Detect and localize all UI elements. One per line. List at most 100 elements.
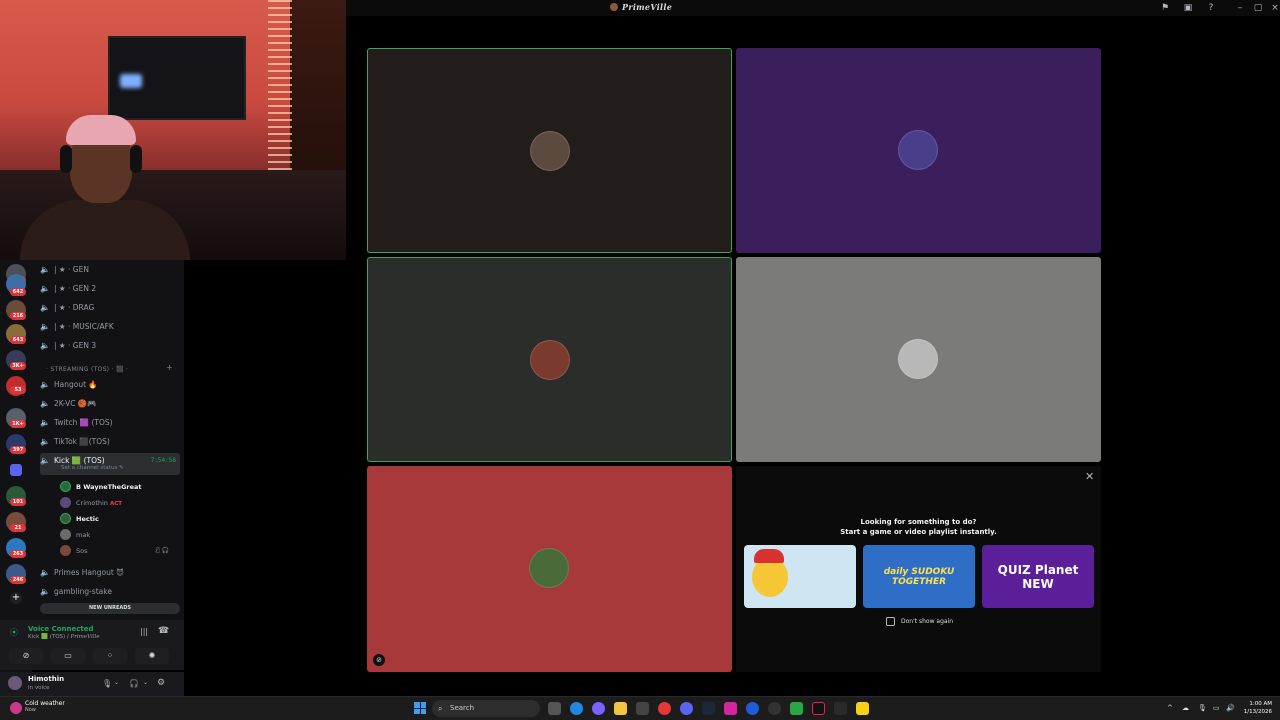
app-icon[interactable] [834, 702, 847, 715]
video-tile[interactable]: ⊘ [367, 466, 732, 672]
steam-icon[interactable] [702, 702, 715, 715]
taskbar-search[interactable]: ⌕ Search [432, 700, 540, 717]
dont-show-checkbox[interactable] [886, 617, 895, 626]
video-tile[interactable] [736, 257, 1101, 462]
clock[interactable]: 1:00 AM 1/13/2026 [1240, 700, 1272, 716]
avatar[interactable] [8, 676, 22, 690]
channel-status-prompt[interactable]: Set a channel status ✎ [61, 463, 124, 473]
server-icon[interactable]: 397 [6, 434, 26, 454]
channel-2k-vc[interactable]: 🔈 2K-VC 🏀🎮 [40, 396, 180, 412]
clock-date: 1/13/2026 [1243, 709, 1272, 715]
channel-music-afk[interactable]: 🔈 | ★ · MUSIC/AFK [40, 319, 180, 335]
activities-icon: ⁘ [106, 651, 114, 660]
server-icon[interactable]: 1K+ [6, 408, 26, 428]
gear-icon[interactable]: ⚙ [157, 678, 165, 688]
channel-label: Hangout 🔥 [54, 380, 98, 389]
discord-icon[interactable] [680, 702, 693, 715]
channel-gambling-stake[interactable]: 🔈 gambling-stake [40, 584, 180, 600]
user-name[interactable]: Himothin [28, 675, 64, 683]
avatar [60, 529, 71, 540]
copilot-icon[interactable] [592, 702, 605, 715]
weather-title: Cold weather [25, 700, 65, 707]
channel-gen-2[interactable]: 🔈 | ★ · GEN 2 [40, 281, 180, 297]
sticky-notes-icon[interactable] [856, 702, 869, 715]
game-card[interactable] [744, 545, 856, 608]
server-icon[interactable]: 21 [6, 512, 26, 532]
add-channel-icon[interactable]: + [166, 363, 173, 372]
chevron-down-icon[interactable]: ⌄ [143, 679, 148, 686]
store-icon[interactable] [636, 702, 649, 715]
voice-user[interactable]: Crimothin ACT [60, 496, 122, 510]
activity-heading: Looking for something to do? [860, 518, 977, 526]
file-explorer-icon[interactable] [614, 702, 627, 715]
game-card[interactable]: QUIZ Planet NEW [982, 545, 1094, 608]
maximize-icon[interactable]: ▢ [1253, 3, 1263, 13]
chevron-down-icon[interactable]: ⌄ [114, 679, 119, 686]
server-icon[interactable]: 642 [6, 274, 26, 296]
weather-icon[interactable] [10, 702, 22, 714]
channel-gen-3[interactable]: 🔈 | ★ · GEN 3 [40, 338, 180, 354]
start-icon[interactable] [414, 702, 426, 714]
channel-drag[interactable]: 🔈 | ★ · DRAG [40, 300, 180, 316]
server-icon[interactable]: 263 [6, 538, 26, 558]
server-icon[interactable]: 3K+ [6, 350, 26, 370]
disconnect-icon[interactable]: ☎ [158, 626, 169, 636]
voice-status[interactable]: Voice Connected [28, 625, 94, 633]
inbox-flag-icon[interactable]: ⚑ [1160, 3, 1170, 13]
video-tile[interactable] [367, 48, 732, 253]
screen-share-button[interactable]: ▭ [51, 648, 85, 664]
channel-primes-hangout[interactable]: 🔈 Primes Hangout 😈 [40, 565, 180, 581]
volume-icon[interactable]: 🔊 [1226, 704, 1235, 712]
server-icon[interactable]: 643 [6, 324, 26, 344]
window-title: PrimeVille [610, 2, 672, 12]
close-icon[interactable]: ✕ [1085, 470, 1094, 483]
category-streaming[interactable]: · STREAMING (TOS) · ⬛ · [46, 366, 128, 373]
channel-kick-active[interactable]: 🔈 Kick 🟩 (TOS) 7:54:58 Set a channel stat… [40, 453, 180, 475]
participant-avatar [898, 130, 938, 170]
voice-user[interactable]: B WayneTheGreat [60, 480, 142, 494]
instagram-icon[interactable] [724, 702, 737, 715]
add-server-icon[interactable]: + [10, 592, 22, 604]
speaker-icon: 🔈 [40, 568, 50, 577]
minimize-icon[interactable]: – [1235, 3, 1245, 13]
server-icon[interactable]: 101 [6, 486, 26, 506]
close-icon[interactable]: × [1270, 3, 1280, 13]
voice-user[interactable]: Hectic [60, 512, 99, 526]
camera-button[interactable]: ⊘ [9, 648, 43, 664]
microphone-icon[interactable]: 🎙 [102, 679, 112, 688]
weather-widget[interactable]: Cold weather Now [25, 700, 65, 713]
voice-channel-info[interactable]: Kick 🟩 (TOS) / PrimeVille [28, 634, 99, 640]
headphones-icon[interactable]: 🎧 [129, 679, 139, 688]
app-icon[interactable] [746, 702, 759, 715]
voice-user[interactable]: mak [60, 528, 90, 542]
server-icon[interactable]: 53 [6, 376, 26, 396]
channel-twitch[interactable]: 🔈 Twitch 🟪 (TOS) [40, 415, 180, 431]
channel-hangout[interactable]: 🔈 Hangout 🔥 [40, 377, 180, 393]
activities-button[interactable]: ⁘ [93, 648, 127, 664]
video-tile[interactable] [367, 257, 732, 462]
video-tile[interactable] [736, 48, 1101, 253]
chrome-icon[interactable] [658, 702, 671, 715]
chatgpt-icon[interactable] [768, 702, 781, 715]
task-view-icon[interactable] [548, 702, 561, 715]
voice-user[interactable]: Sos [60, 544, 88, 558]
edge-icon[interactable] [570, 702, 583, 715]
channel-tiktok[interactable]: 🔈 TikTok ⬛(TOS) [40, 434, 180, 450]
network-icon[interactable]: ▭ [1213, 704, 1220, 712]
tiktok-icon[interactable] [812, 702, 825, 715]
game-card[interactable]: daily SUDOKU TOGETHER [863, 545, 975, 608]
help-icon[interactable]: ? [1206, 3, 1216, 13]
folder-icon[interactable] [10, 464, 22, 476]
channel-gen[interactable]: 🔈 | ★ · GEN [40, 262, 180, 278]
noise-suppression-icon[interactable]: ||| [140, 627, 148, 636]
inbox-icon[interactable]: ▣ [1183, 3, 1193, 13]
chevron-up-icon[interactable]: ^ [1167, 704, 1173, 712]
server-icon[interactable]: 246 [6, 564, 26, 584]
new-unreads-button[interactable]: NEW UNREADS [40, 603, 180, 614]
server-icon [610, 3, 618, 11]
server-icon[interactable]: 216 [6, 300, 26, 320]
microphone-icon[interactable]: 🎙 [1198, 704, 1207, 712]
tray-app-icon[interactable]: ☁ [1182, 704, 1189, 712]
app-icon[interactable] [790, 702, 803, 715]
soundboard-button[interactable]: ✺ [135, 648, 169, 664]
